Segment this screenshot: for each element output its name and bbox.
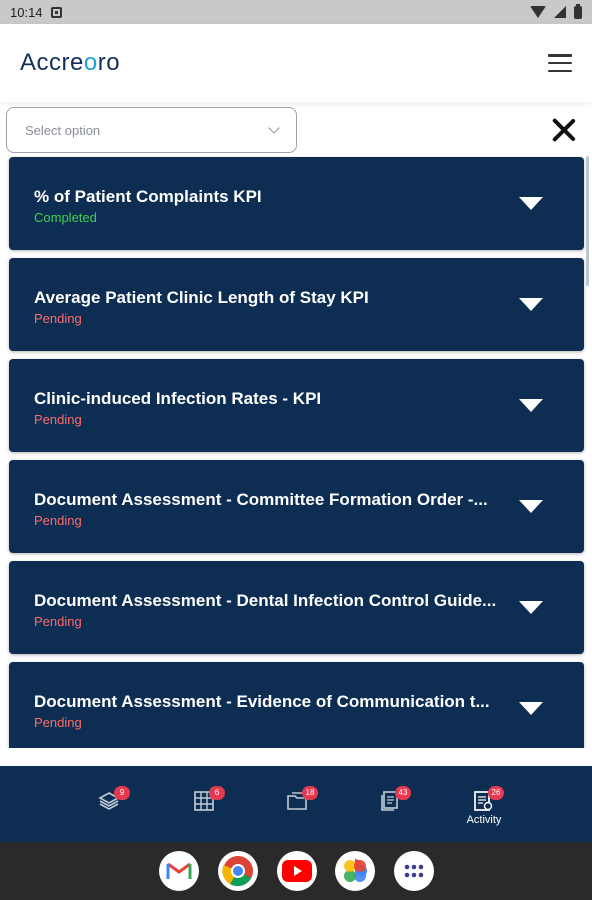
item-status: Pending xyxy=(34,412,82,427)
chrome-icon[interactable] xyxy=(218,851,258,891)
item-title: Document Assessment - Evidence of Commun… xyxy=(34,692,490,711)
chevron-down-icon xyxy=(268,122,280,134)
select-option-dropdown[interactable]: Select option xyxy=(6,107,297,153)
app-drawer-icon[interactable] xyxy=(394,851,434,891)
photos-icon[interactable] xyxy=(335,851,375,891)
close-icon[interactable] xyxy=(551,117,577,143)
expand-triangle-icon[interactable] xyxy=(519,197,543,210)
list-item[interactable]: Average Patient Clinic Length of Stay KP… xyxy=(9,258,584,351)
expand-triangle-icon[interactable] xyxy=(519,601,543,614)
item-status: Pending xyxy=(34,715,82,730)
nav-label-activity: Activity xyxy=(466,814,502,826)
nav-item-stack[interactable]: 9 xyxy=(88,786,132,830)
status-time: 10:14 xyxy=(10,4,43,20)
nav-item-documents[interactable]: 43 xyxy=(369,786,413,830)
system-status-bar: 10:14 xyxy=(0,0,592,24)
list-item[interactable]: Clinic-induced Infection Rates - KPI Pen… xyxy=(9,359,584,452)
badge: 9 xyxy=(114,786,130,800)
badge: 18 xyxy=(302,786,318,800)
badge: 43 xyxy=(395,786,411,800)
notification-icon xyxy=(50,6,62,18)
gmail-icon[interactable] xyxy=(159,851,199,891)
battery-icon xyxy=(574,3,582,19)
nav-item-grid[interactable]: 6 xyxy=(183,786,227,830)
scrollbar[interactable] xyxy=(586,156,589,286)
expand-triangle-icon[interactable] xyxy=(519,298,543,311)
list-item[interactable]: Document Assessment - Committee Formatio… xyxy=(9,460,584,553)
expand-triangle-icon[interactable] xyxy=(519,500,543,513)
filter-row: Select option xyxy=(0,102,592,156)
menu-icon[interactable] xyxy=(548,54,572,72)
item-status: Completed xyxy=(34,210,97,225)
youtube-icon[interactable] xyxy=(277,851,317,891)
app-header: Accreoro xyxy=(0,24,592,102)
list-item[interactable]: % of Patient Complaints KPI Completed xyxy=(9,157,584,250)
kpi-list[interactable]: % of Patient Complaints KPI Completed Av… xyxy=(0,156,592,748)
bottom-nav: 9 6 18 43 26 Activity xyxy=(0,766,592,842)
badge: 6 xyxy=(209,786,225,800)
item-title: Average Patient Clinic Length of Stay KP… xyxy=(34,288,369,307)
system-dock xyxy=(0,842,592,900)
nav-item-folder[interactable]: 18 xyxy=(276,786,320,830)
expand-triangle-icon[interactable] xyxy=(519,702,543,715)
signal-icon xyxy=(554,6,566,18)
list-item[interactable]: Document Assessment - Evidence of Commun… xyxy=(9,662,584,748)
badge: 26 xyxy=(488,786,504,800)
wifi-icon xyxy=(530,6,546,18)
item-status: Pending xyxy=(34,513,82,528)
expand-triangle-icon[interactable] xyxy=(519,399,543,412)
nav-item-activity[interactable]: 26 Activity xyxy=(462,786,506,830)
item-title: Document Assessment - Dental Infection C… xyxy=(34,591,497,610)
item-status: Pending xyxy=(34,311,82,326)
item-title: Clinic-induced Infection Rates - KPI xyxy=(34,389,322,408)
item-title: Document Assessment - Committee Formatio… xyxy=(34,490,488,509)
app-logo: Accreoro xyxy=(20,49,121,76)
item-status: Pending xyxy=(34,614,82,629)
list-item[interactable]: Document Assessment - Dental Infection C… xyxy=(9,561,584,654)
item-title: % of Patient Complaints KPI xyxy=(34,187,262,206)
select-placeholder: Select option xyxy=(25,122,101,138)
